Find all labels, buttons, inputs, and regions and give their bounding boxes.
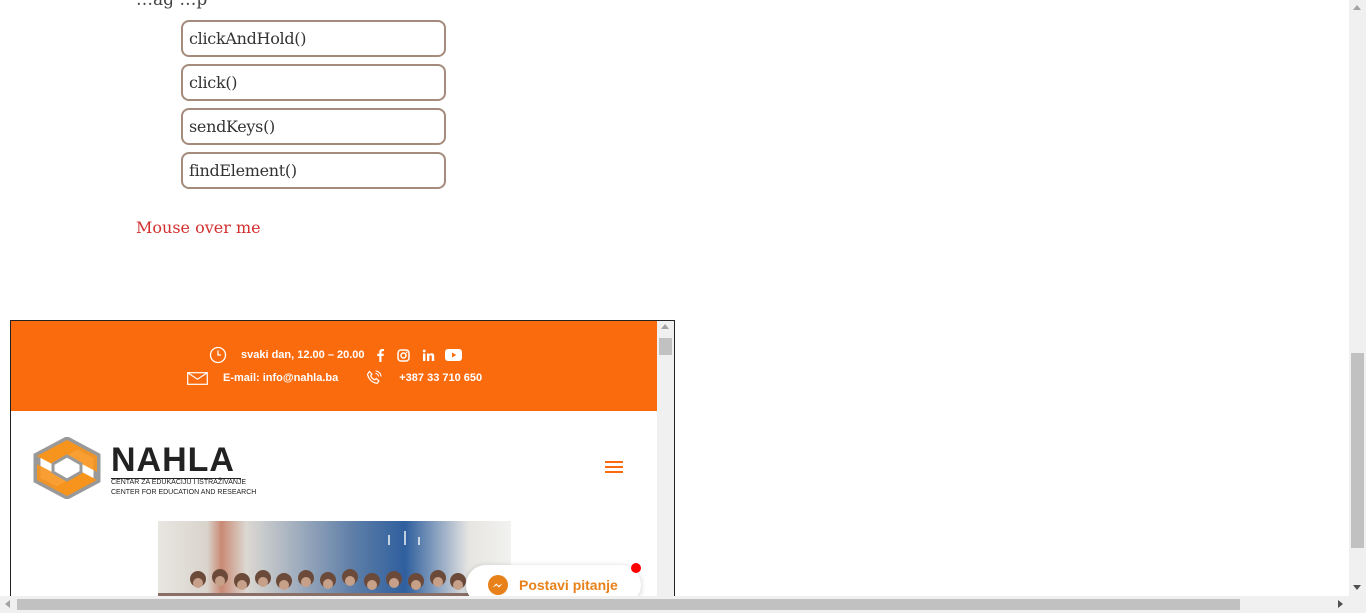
clock-icon <box>209 346 227 364</box>
nahla-logo-icon[interactable] <box>31 436 103 503</box>
page-horizontal-scrollbar[interactable] <box>0 596 1366 613</box>
youtube-icon[interactable] <box>444 349 462 361</box>
scroll-up-arrow-icon[interactable] <box>661 324 669 329</box>
linkedin-icon[interactable] <box>422 349 435 362</box>
iframe-vertical-scrollbar[interactable] <box>657 321 674 609</box>
logo-subtitle-bs: CENTAR ZA EDUKACIJU I ISTRAŽIVANJE <box>111 479 247 486</box>
logo-subtitle-en: CENTER FOR EDUCATION AND RESEARCH <box>111 489 257 496</box>
clickandhold-button[interactable]: clickAndHold() <box>181 20 446 57</box>
phone-text[interactable]: +387 33 710 650 <box>399 372 482 384</box>
findelement-button[interactable]: findElement() <box>181 152 446 189</box>
contact-topbar: svaki dan, 12.00 – 20.00 E-mail: info@na… <box>11 321 657 411</box>
page-scroll-left-icon[interactable] <box>5 600 10 608</box>
click-button[interactable]: click() <box>181 64 446 101</box>
menu-hamburger-icon[interactable] <box>605 461 623 475</box>
envelope-icon <box>187 371 208 385</box>
messenger-icon <box>487 574 509 596</box>
page-vscroll-thumb[interactable] <box>1351 353 1364 548</box>
page-scroll-down-icon[interactable] <box>1353 585 1361 590</box>
phone-icon <box>366 370 382 386</box>
iframe-scroll-thumb[interactable] <box>659 338 672 355</box>
working-hours: svaki dan, 12.00 – 20.00 <box>241 349 365 361</box>
chat-label: Postavi pitanje <box>519 577 618 593</box>
mouse-over-text[interactable]: Mouse over me <box>136 218 261 237</box>
embedded-iframe[interactable]: svaki dan, 12.00 – 20.00 E-mail: info@na… <box>10 320 675 610</box>
email-text[interactable]: E-mail: info@nahla.ba <box>223 372 338 384</box>
notification-dot <box>631 563 641 573</box>
facebook-icon[interactable] <box>375 348 385 362</box>
instagram-icon[interactable] <box>396 348 410 362</box>
page-scroll-up-icon[interactable] <box>1353 5 1361 10</box>
cut-off-text: …ag …p <box>136 0 208 10</box>
sendkeys-button[interactable]: sendKeys() <box>181 108 446 145</box>
page-vertical-scrollbar[interactable] <box>1349 0 1366 596</box>
page-scroll-right-icon[interactable] <box>1338 600 1343 608</box>
page-hscroll-thumb[interactable] <box>17 599 1240 610</box>
logo-name[interactable]: NAHLA <box>111 441 235 480</box>
